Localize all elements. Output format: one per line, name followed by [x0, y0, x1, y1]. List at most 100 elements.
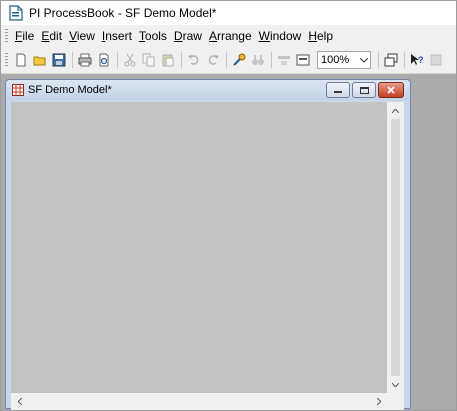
chevron-right-icon — [376, 398, 381, 405]
title-bar: PI ProcessBook - SF Demo Model* — [1, 1, 456, 25]
horizontal-scrollbar[interactable] — [11, 393, 387, 410]
menu-insert[interactable]: Insert — [99, 29, 135, 43]
toolbar-separator — [181, 52, 182, 68]
toolbar-separator — [271, 52, 272, 68]
toolbar-icon-a — [278, 56, 290, 65]
redo-icon — [208, 55, 219, 65]
size-grip[interactable] — [387, 393, 404, 410]
toolbar-grip[interactable] — [5, 53, 8, 67]
print-preview-icon — [99, 53, 109, 67]
find-button[interactable] — [249, 51, 267, 69]
toolbar-separator — [226, 52, 227, 68]
save-icon — [52, 53, 66, 67]
new-icon — [16, 53, 26, 67]
print-icon — [78, 53, 92, 67]
scroll-down-arrow[interactable] — [387, 376, 404, 393]
processbook-window: PI ProcessBook - SF Demo Model* File Edit… — [0, 0, 457, 411]
menu-accelerator: H — [308, 29, 317, 43]
menu-label-rest: raw — [182, 29, 202, 43]
toolbar-button-b[interactable] — [294, 51, 312, 69]
print-button[interactable] — [76, 51, 94, 69]
svg-text:?: ? — [418, 55, 424, 65]
menu-help[interactable]: Help — [305, 29, 336, 43]
toolbar-separator — [117, 52, 118, 68]
menu-view[interactable]: View — [66, 29, 98, 43]
menu-bar: File Edit View Insert Tools Draw Arrange Window… — [1, 25, 456, 47]
scroll-right-arrow[interactable] — [370, 393, 387, 410]
document-title: SF Demo Model* — [28, 84, 112, 96]
menu-label-rest: iew — [76, 29, 95, 43]
vertical-scroll-thumb[interactable] — [391, 119, 400, 376]
toolbar-separator — [404, 52, 405, 68]
copy-icon — [142, 53, 155, 67]
menu-label-rest: dit — [49, 29, 63, 43]
document-window-controls — [324, 82, 404, 98]
cascade-windows-button[interactable] — [382, 51, 400, 69]
horizontal-scroll-track[interactable] — [28, 393, 370, 410]
chevron-left-icon — [17, 398, 22, 405]
menu-grip[interactable] — [5, 29, 8, 43]
open-icon — [33, 56, 46, 66]
minimize-button[interactable] — [326, 82, 350, 98]
build-mode-icon — [233, 53, 246, 66]
menu-window[interactable]: Window — [256, 29, 305, 43]
display-grid-icon — [12, 84, 24, 96]
print-preview-button[interactable] — [95, 51, 113, 69]
document-title-bar[interactable]: SF Demo Model* — [6, 80, 410, 100]
menu-accelerator: W — [258, 29, 270, 43]
toolbar-icon-c — [430, 54, 442, 66]
toolbar-separator — [378, 52, 379, 68]
toolbar-separator — [72, 52, 73, 68]
menu-label-rest: nsert — [105, 29, 132, 43]
zoom-value: 100% — [321, 54, 350, 66]
build-mode-button[interactable] — [230, 51, 248, 69]
save-button[interactable] — [50, 51, 68, 69]
toolbar-button-a[interactable] — [275, 51, 293, 69]
menu-arrange[interactable]: Arrange — [206, 29, 255, 43]
chevron-down-icon[interactable] — [358, 53, 370, 67]
toolbar-button-c[interactable] — [427, 51, 445, 69]
restore-icon — [359, 86, 369, 94]
scroll-left-arrow[interactable] — [11, 393, 28, 410]
paste-button[interactable] — [159, 51, 177, 69]
menu-tools[interactable]: Tools — [136, 29, 170, 43]
menu-draw[interactable]: Draw — [171, 29, 205, 43]
processbook-document-icon — [9, 5, 23, 21]
undo-button[interactable] — [185, 51, 203, 69]
standard-toolbar: 100% ? — [1, 47, 456, 74]
copy-button[interactable] — [140, 51, 158, 69]
window-title: PI ProcessBook - SF Demo Model* — [29, 6, 217, 20]
whats-this-help-icon: ? — [411, 54, 424, 65]
scroll-up-arrow[interactable] — [387, 102, 404, 119]
document-window: SF Demo Model* — [5, 79, 411, 410]
chevron-down-icon — [392, 382, 399, 387]
new-button[interactable] — [12, 51, 30, 69]
menu-accelerator: A — [208, 29, 217, 43]
menu-edit[interactable]: Edit — [38, 29, 65, 43]
menu-accelerator: V — [69, 29, 77, 43]
undo-icon — [188, 55, 199, 65]
redo-button[interactable] — [204, 51, 222, 69]
chevron-up-icon — [392, 108, 399, 113]
minimize-icon — [334, 91, 342, 93]
menu-label-rest: elp — [317, 29, 334, 43]
whats-this-help-button[interactable]: ? — [408, 51, 426, 69]
close-button[interactable] — [378, 82, 404, 98]
cut-icon — [124, 53, 136, 67]
menu-label-rest: indow — [269, 29, 302, 43]
display-canvas[interactable] — [11, 102, 387, 393]
menu-accelerator: D — [173, 29, 183, 43]
restore-button[interactable] — [352, 82, 376, 98]
open-button[interactable] — [31, 51, 49, 69]
cut-button[interactable] — [121, 51, 139, 69]
zoom-dropdown[interactable]: 100% — [317, 51, 371, 69]
close-icon — [387, 86, 395, 94]
cascade-windows-icon — [384, 53, 398, 67]
paste-icon — [162, 54, 174, 67]
vertical-scrollbar[interactable] — [387, 102, 404, 393]
menu-file[interactable]: File — [12, 29, 37, 43]
binoculars-icon — [252, 55, 264, 65]
menu-label-rest: ile — [22, 29, 35, 43]
menu-label-rest: rrange — [216, 29, 252, 43]
menu-label-rest: ools — [144, 29, 167, 43]
